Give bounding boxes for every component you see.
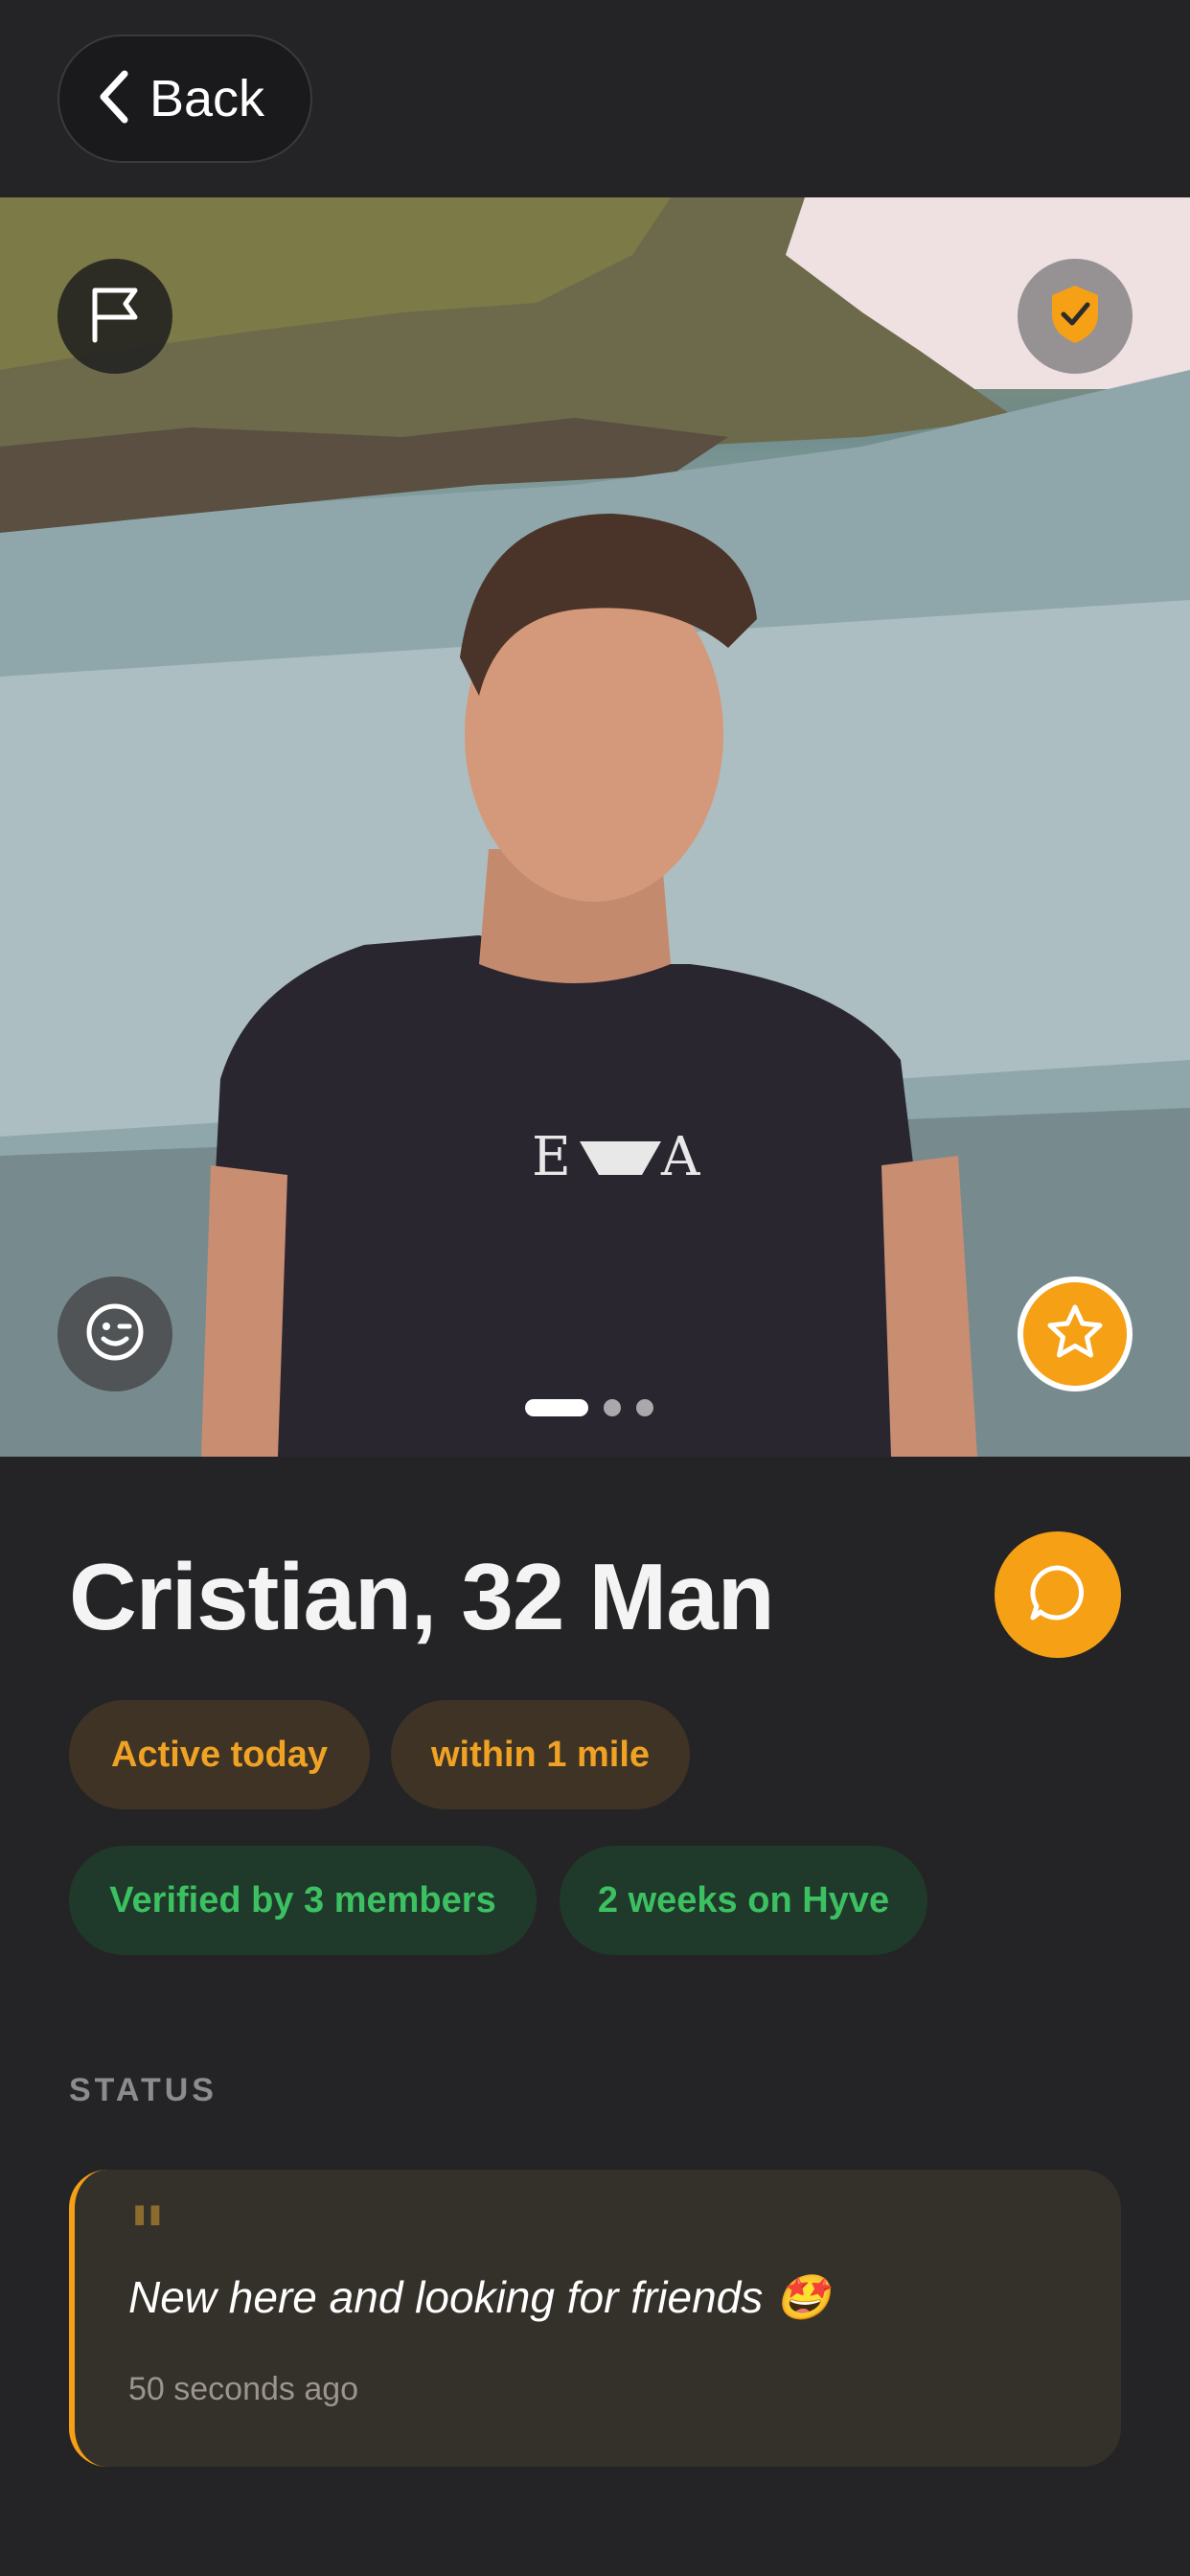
chip-verified: Verified by 3 members	[69, 1846, 537, 1955]
back-button[interactable]: Back	[57, 34, 312, 163]
quote-icon: "	[128, 2191, 167, 2276]
status-heading: STATUS	[69, 2072, 217, 2108]
back-label: Back	[149, 70, 265, 127]
shield-check-icon	[1048, 284, 1102, 350]
photo-scene: E A	[0, 197, 1190, 1457]
wink-face-icon	[85, 1302, 145, 1367]
chip-distance: within 1 mile	[391, 1700, 690, 1809]
report-flag-button[interactable]	[57, 259, 172, 374]
status-text: New here and looking for friends 🤩	[128, 2272, 831, 2322]
chip-active-today: Active today	[69, 1700, 370, 1809]
svg-text:A: A	[660, 1126, 700, 1188]
flag-icon	[87, 285, 143, 349]
top-bar: Back	[0, 0, 1190, 197]
pager-dot[interactable]	[604, 1399, 621, 1416]
pager-dot-active[interactable]	[525, 1399, 588, 1416]
photo-pager	[525, 1399, 653, 1416]
status-timestamp: 50 seconds ago	[128, 2371, 359, 2407]
wink-button[interactable]	[57, 1276, 172, 1392]
status-card: " New here and looking for friends 🤩 50 …	[69, 2170, 1121, 2467]
chip-tenure: 2 weeks on Hyve	[560, 1846, 927, 1955]
star-icon	[1045, 1303, 1105, 1366]
chat-bubble-icon	[1027, 1562, 1088, 1628]
chat-button[interactable]	[995, 1531, 1121, 1658]
svg-text:E: E	[532, 1126, 571, 1188]
verified-shield-button[interactable]	[1018, 259, 1133, 374]
chevron-left-icon	[96, 68, 130, 130]
pager-dot[interactable]	[636, 1399, 653, 1416]
profile-name: Cristian, 32 Man	[69, 1544, 775, 1649]
favorite-star-button[interactable]	[1018, 1276, 1133, 1392]
profile-photo[interactable]: E A	[0, 197, 1190, 1457]
